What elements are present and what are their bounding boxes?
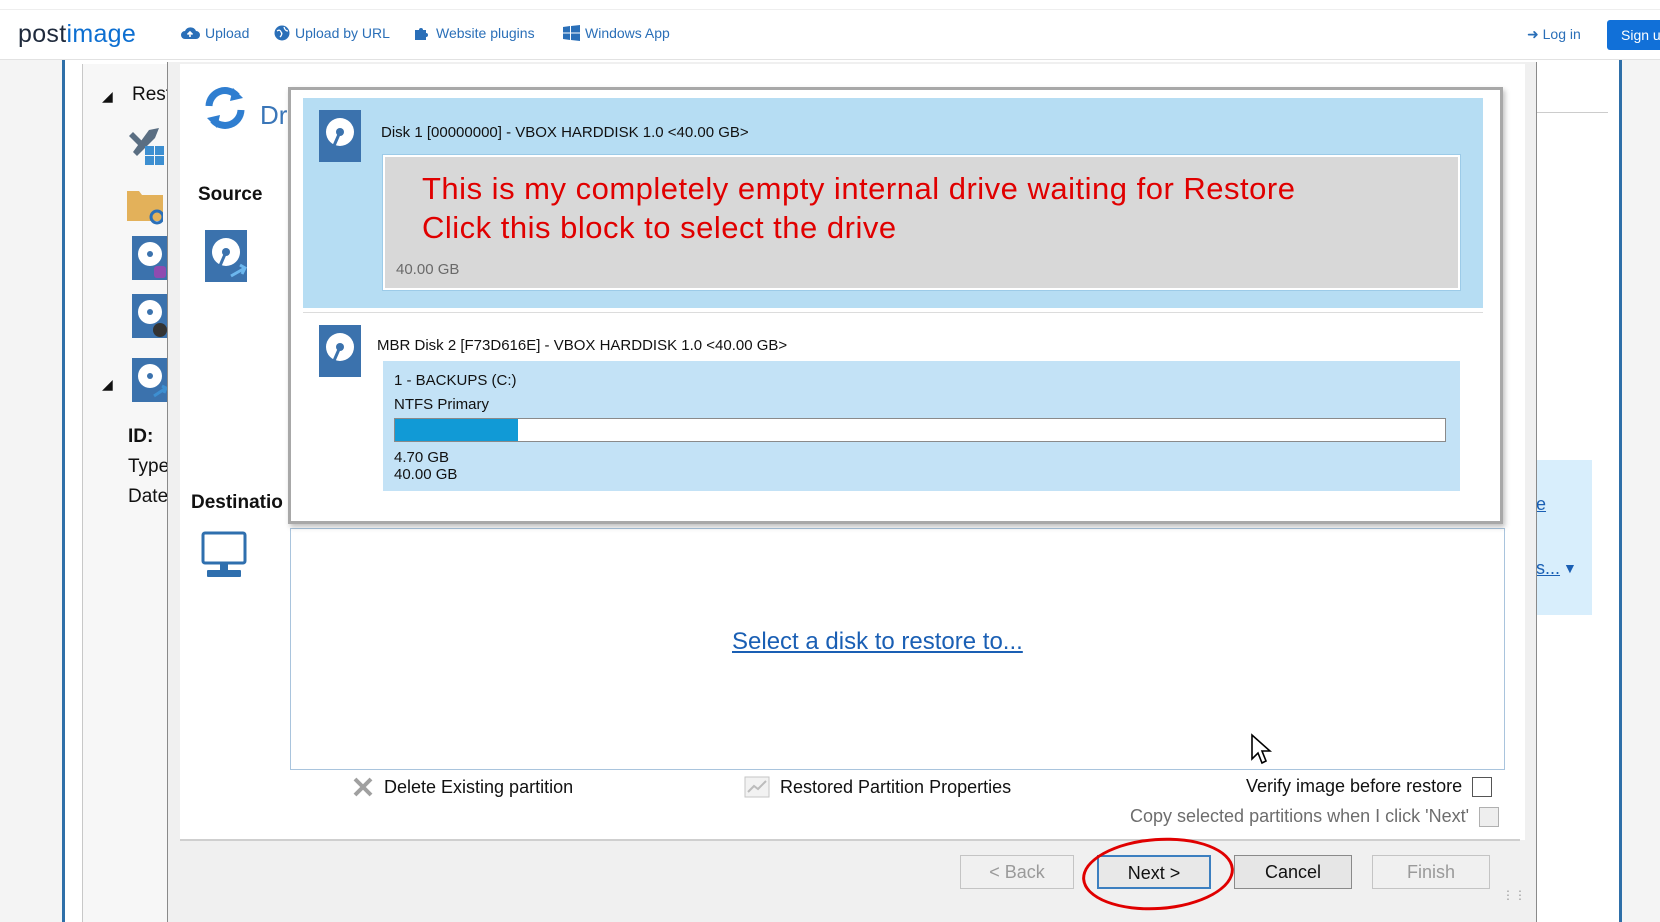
nav-windows-app[interactable]: Windows App xyxy=(563,25,670,41)
restored-partition-properties-label: Restored Partition Properties xyxy=(780,776,1012,797)
nav-upload-url[interactable]: Upload by URL xyxy=(274,25,390,41)
nav-upload[interactable]: Upload xyxy=(180,25,249,41)
postimage-logo[interactable]: postimage xyxy=(18,20,136,49)
destination-label: Destinatio xyxy=(191,492,283,513)
partition-block[interactable]: 1 - BACKUPS (C:) NTFS Primary 4.70 GB 40… xyxy=(383,361,1460,491)
cancel-button[interactable]: Cancel xyxy=(1234,855,1352,889)
background-info-panel xyxy=(1536,460,1592,615)
id-label: ID: xyxy=(128,426,154,447)
background-link-1[interactable]: e xyxy=(1536,494,1546,515)
partition-type: NTFS Primary xyxy=(394,396,489,413)
copy-selected-checkbox[interactable] xyxy=(1479,806,1500,827)
screenshot-root: postimage Upload Upload by URL Website p… xyxy=(0,0,1660,922)
nav-website-plugins-label: Website plugins xyxy=(436,25,535,41)
browser-edge xyxy=(0,0,1660,10)
properties-chart-icon xyxy=(744,776,770,798)
disk-1-unallocated-block[interactable]: This is my completely empty internal dri… xyxy=(382,154,1461,291)
date-label: Date xyxy=(128,486,169,507)
partition-used-size: 4.70 GB xyxy=(394,449,450,466)
logo-second: image xyxy=(66,20,137,48)
wizard-title: Dr xyxy=(260,100,288,130)
finish-button[interactable]: Finish xyxy=(1372,855,1490,889)
copy-selected-label: Copy selected partitions when I click 'N… xyxy=(1130,806,1470,826)
computer-monitor-icon xyxy=(201,531,247,577)
delete-partition-action[interactable]: Delete Existing partition xyxy=(352,776,573,798)
refresh-arrows-icon xyxy=(205,87,245,129)
resize-grip-icon[interactable]: ⋮⋮ xyxy=(1502,888,1526,902)
annotation-line-1: This is my completely empty internal dri… xyxy=(422,171,1296,206)
tree-root-label[interactable]: Rest xyxy=(132,84,171,106)
disk-1-title: Disk 1 [00000000] - VBOX HARDDISK 1.0 <4… xyxy=(381,124,749,141)
logo-first: post xyxy=(18,20,67,48)
tools-icon xyxy=(129,128,164,165)
type-label: Type xyxy=(128,456,170,477)
restored-partition-properties-action[interactable]: Restored Partition Properties xyxy=(744,776,1011,798)
delete-x-icon xyxy=(353,777,373,797)
signup-button[interactable]: Sign u xyxy=(1607,20,1660,50)
disk-selector-popup: Disk 1 [00000000] - VBOX HARDDISK 1.0 <4… xyxy=(288,87,1503,524)
partition-usage-fill xyxy=(395,419,519,441)
disk-1-row[interactable]: Disk 1 [00000000] - VBOX HARDDISK 1.0 <4… xyxy=(303,98,1483,308)
disk-restore-icon xyxy=(132,358,168,402)
login-link[interactable]: ➜ Log in xyxy=(1527,26,1581,43)
nav-website-plugins[interactable]: Website plugins xyxy=(414,25,535,41)
disk-clock-icon xyxy=(132,294,168,338)
partition-total-size: 40.00 GB xyxy=(394,466,458,483)
copy-selected-option[interactable]: Copy selected partitions when I click 'N… xyxy=(1130,806,1500,827)
hard-disk-icon xyxy=(319,325,361,377)
cloud-upload-icon xyxy=(181,27,200,39)
login-icon: ➜ xyxy=(1527,26,1539,42)
back-button[interactable]: < Back xyxy=(960,855,1074,889)
folder-search-icon xyxy=(127,191,163,225)
disk-2-row[interactable]: MBR Disk 2 [F73D616E] - VBOX HARDDISK 1.… xyxy=(303,312,1483,517)
verify-image-label: Verify image before restore xyxy=(1246,776,1463,796)
hard-disk-icon xyxy=(319,110,361,162)
nav-windows-app-label: Windows App xyxy=(585,25,670,41)
site-header: postimage Upload Upload by URL Website p… xyxy=(0,0,1660,60)
disk-image-icon xyxy=(132,236,168,280)
select-disk-link[interactable]: Select a disk to restore to... xyxy=(732,628,1023,656)
partition-usage-bar xyxy=(394,418,1446,442)
dropdown-arrow-icon[interactable]: ▼ xyxy=(1563,560,1577,576)
verify-image-checkbox[interactable] xyxy=(1472,776,1493,797)
source-label: Source xyxy=(198,184,263,205)
tree-expand-icon[interactable]: ◢ xyxy=(102,88,113,105)
tree-expand-icon-2[interactable]: ◢ xyxy=(102,376,113,393)
mouse-cursor-icon xyxy=(1251,733,1272,765)
disk-1-size: 40.00 GB xyxy=(396,261,460,278)
puzzle-icon xyxy=(415,28,428,40)
verify-image-option[interactable]: Verify image before restore xyxy=(1246,776,1493,797)
windows-icon xyxy=(563,25,580,41)
source-disk-icon xyxy=(205,230,247,282)
background-link-2[interactable]: s... xyxy=(1536,558,1560,579)
nav-upload-label: Upload xyxy=(205,25,250,41)
wizard-footer-separator xyxy=(180,839,1520,841)
annotation-line-2: Click this block to select the drive xyxy=(422,210,897,245)
partition-name: 1 - BACKUPS (C:) xyxy=(394,372,517,389)
login-label: Log in xyxy=(1542,26,1581,42)
globe-icon xyxy=(274,25,290,41)
disk-2-title: MBR Disk 2 [F73D616E] - VBOX HARDDISK 1.… xyxy=(377,337,788,354)
delete-partition-label: Delete Existing partition xyxy=(384,776,574,797)
nav-upload-url-label: Upload by URL xyxy=(295,25,390,41)
